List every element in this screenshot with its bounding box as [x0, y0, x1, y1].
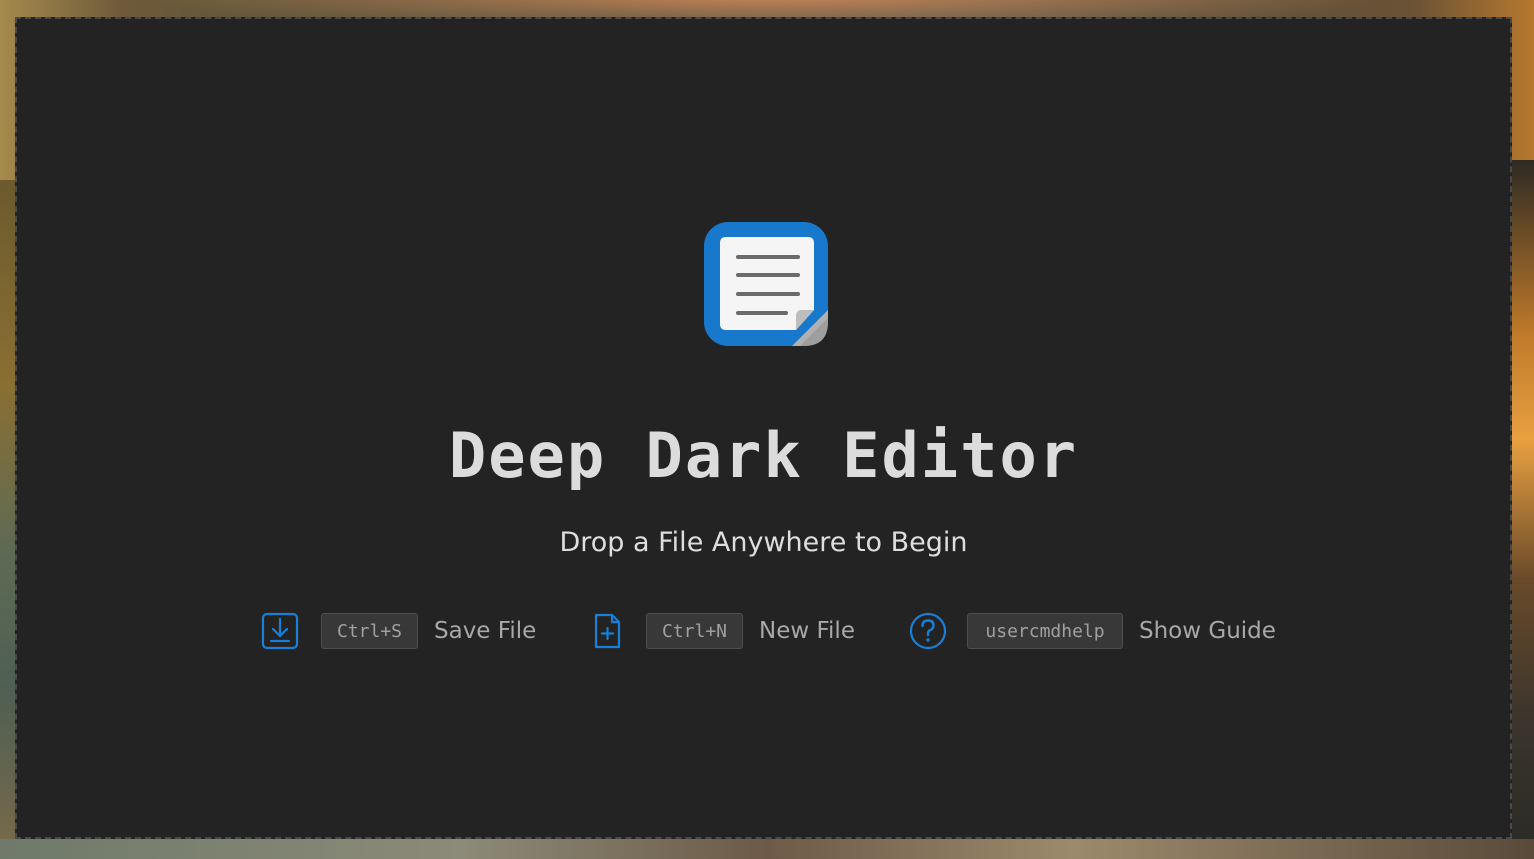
file-drop-zone[interactable]: Deep Dark Editor Drop a File Anywhere to…	[15, 17, 1512, 839]
shortcut-label: Show Guide	[1139, 618, 1276, 644]
desktop-wallpaper-bottom	[0, 839, 1534, 859]
desktop-wallpaper-right	[1512, 160, 1534, 859]
shortcut-new-file[interactable]: Ctrl+N New File	[587, 609, 855, 653]
keyboard-shortcut-badge: Ctrl+S	[321, 613, 418, 649]
save-download-icon	[260, 611, 300, 651]
help-circle-icon	[908, 611, 948, 651]
shortcut-save-file[interactable]: Ctrl+S Save File	[260, 609, 536, 653]
drop-hint-subtitle: Drop a File Anywhere to Begin	[559, 527, 968, 558]
shortcut-show-guide[interactable]: usercmdhelp Show Guide	[908, 609, 1276, 653]
notepad-icon	[704, 222, 828, 346]
new-file-icon	[587, 611, 627, 651]
desktop-wallpaper-left	[0, 180, 16, 859]
app-title: Deep Dark Editor	[448, 419, 1079, 492]
keyboard-shortcut-badge: usercmdhelp	[967, 613, 1123, 649]
shortcut-label: Save File	[434, 618, 537, 644]
keyboard-shortcut-badge: Ctrl+N	[646, 613, 743, 649]
shortcut-label: New File	[759, 618, 855, 644]
